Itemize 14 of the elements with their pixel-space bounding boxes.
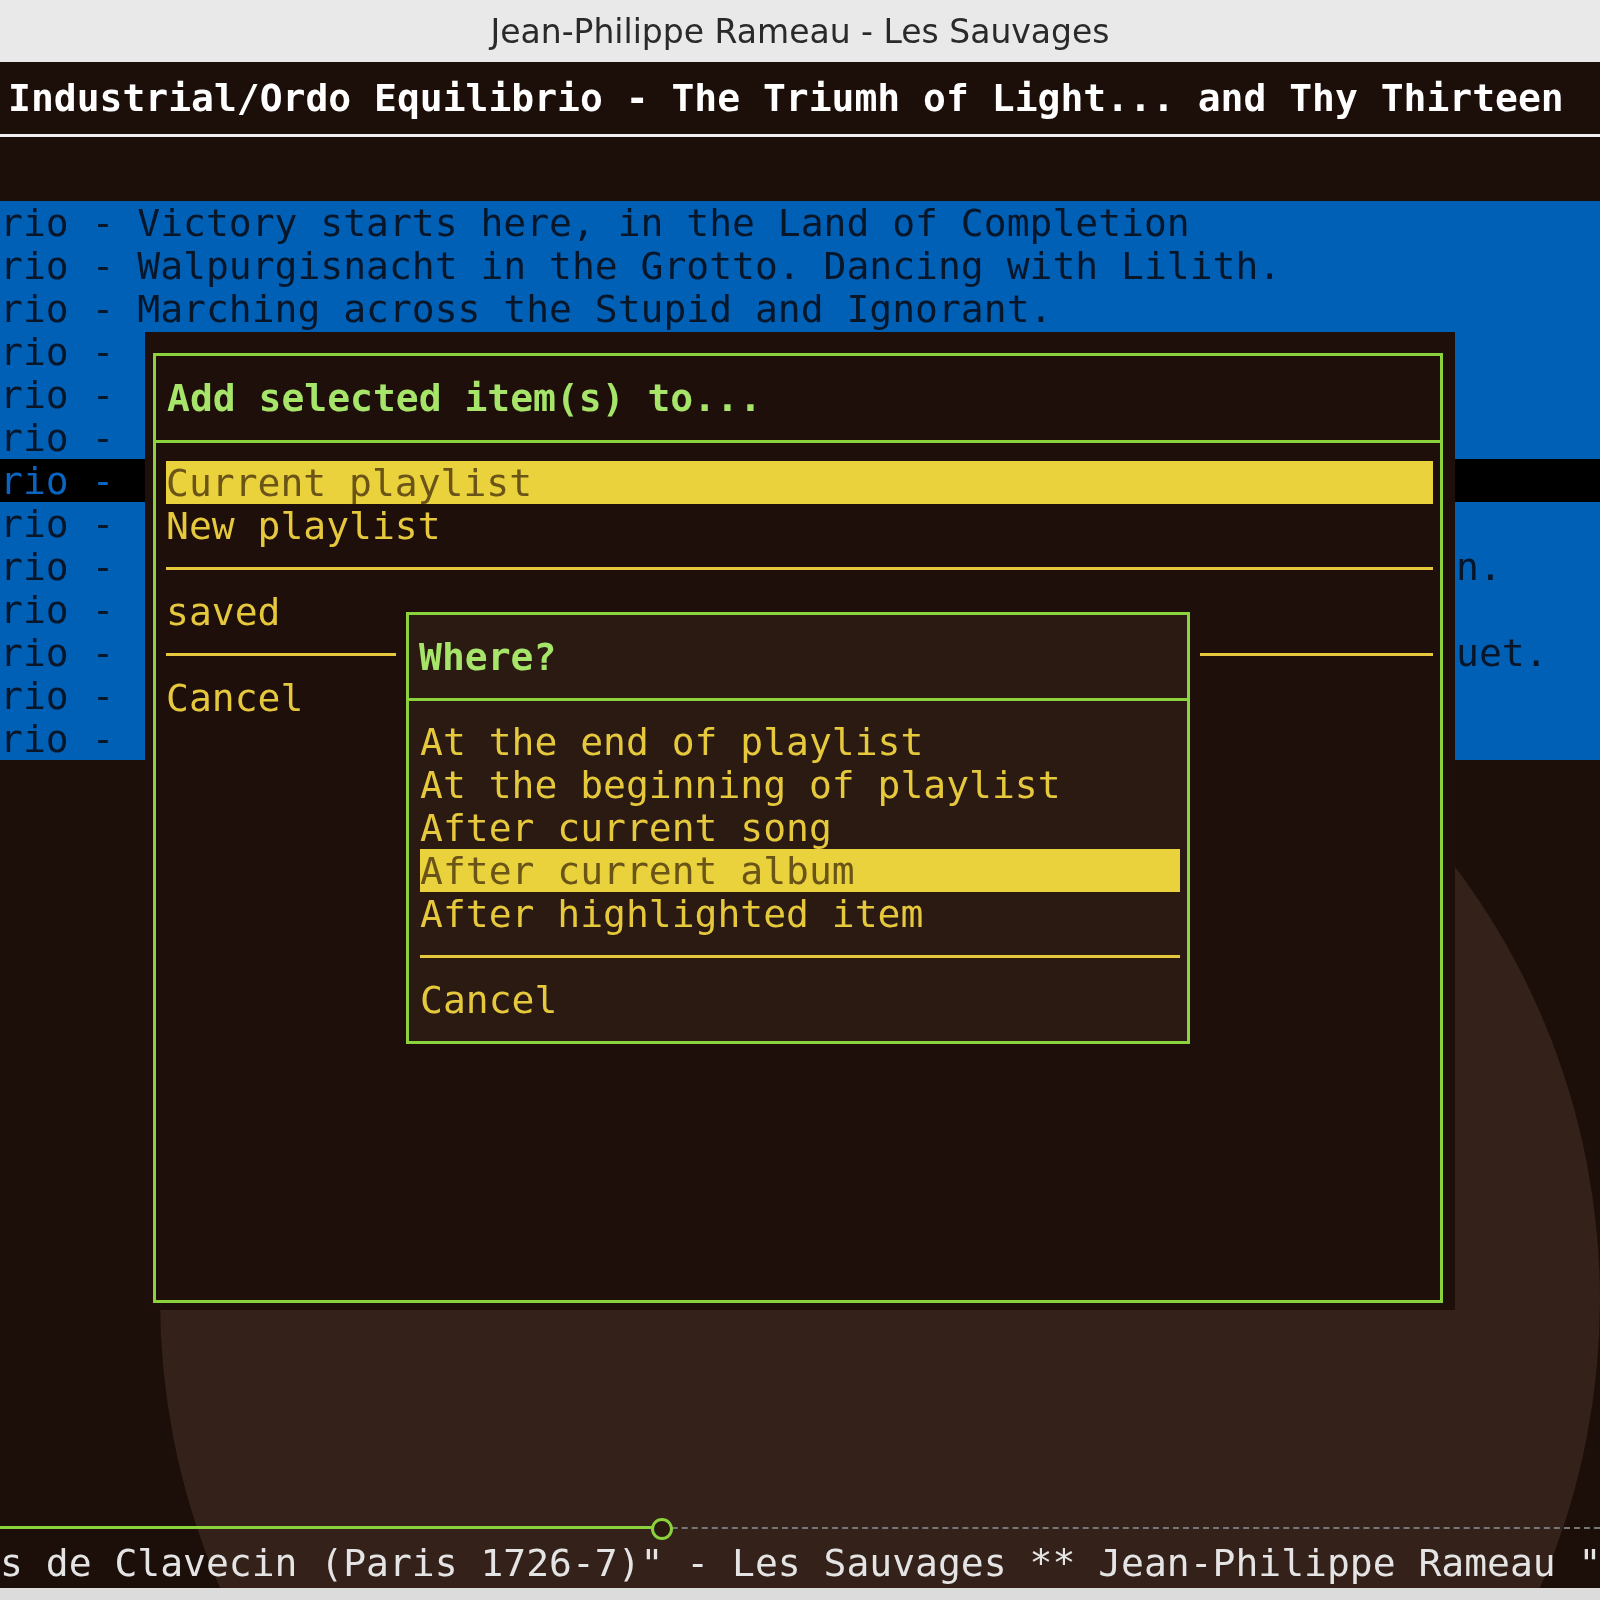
menu-item[interactable]: After highlighted item <box>420 892 1180 935</box>
menu-item[interactable]: At the beginning of playlist <box>420 763 1180 806</box>
menu-item[interactable]: Cancel <box>420 978 1180 1021</box>
dialog-title: Where? <box>419 634 557 679</box>
status-text: s de Clavecin (Paris 1726-7)" - Les Sauvages ** Jean-Philippe Rameau " <box>0 1541 1600 1585</box>
menu-item[interactable]: After current album <box>420 849 1180 892</box>
dialog-title: Add selected item(s) to... <box>167 376 762 420</box>
menu-item[interactable]: New playlist <box>166 504 1433 547</box>
window-title: Jean-Philippe Rameau - Les Sauvages <box>490 11 1110 51</box>
menu-item[interactable]: Current playlist <box>166 461 1433 504</box>
menu-item[interactable]: At the end of playlist <box>420 720 1180 763</box>
song-header: Industrial/Ordo Equilibrio - The Triumh of Light... and Thy Thirteen <box>7 76 1564 120</box>
menu-item[interactable]: After current song <box>420 806 1180 849</box>
progress-bar[interactable] <box>0 1518 1600 1538</box>
